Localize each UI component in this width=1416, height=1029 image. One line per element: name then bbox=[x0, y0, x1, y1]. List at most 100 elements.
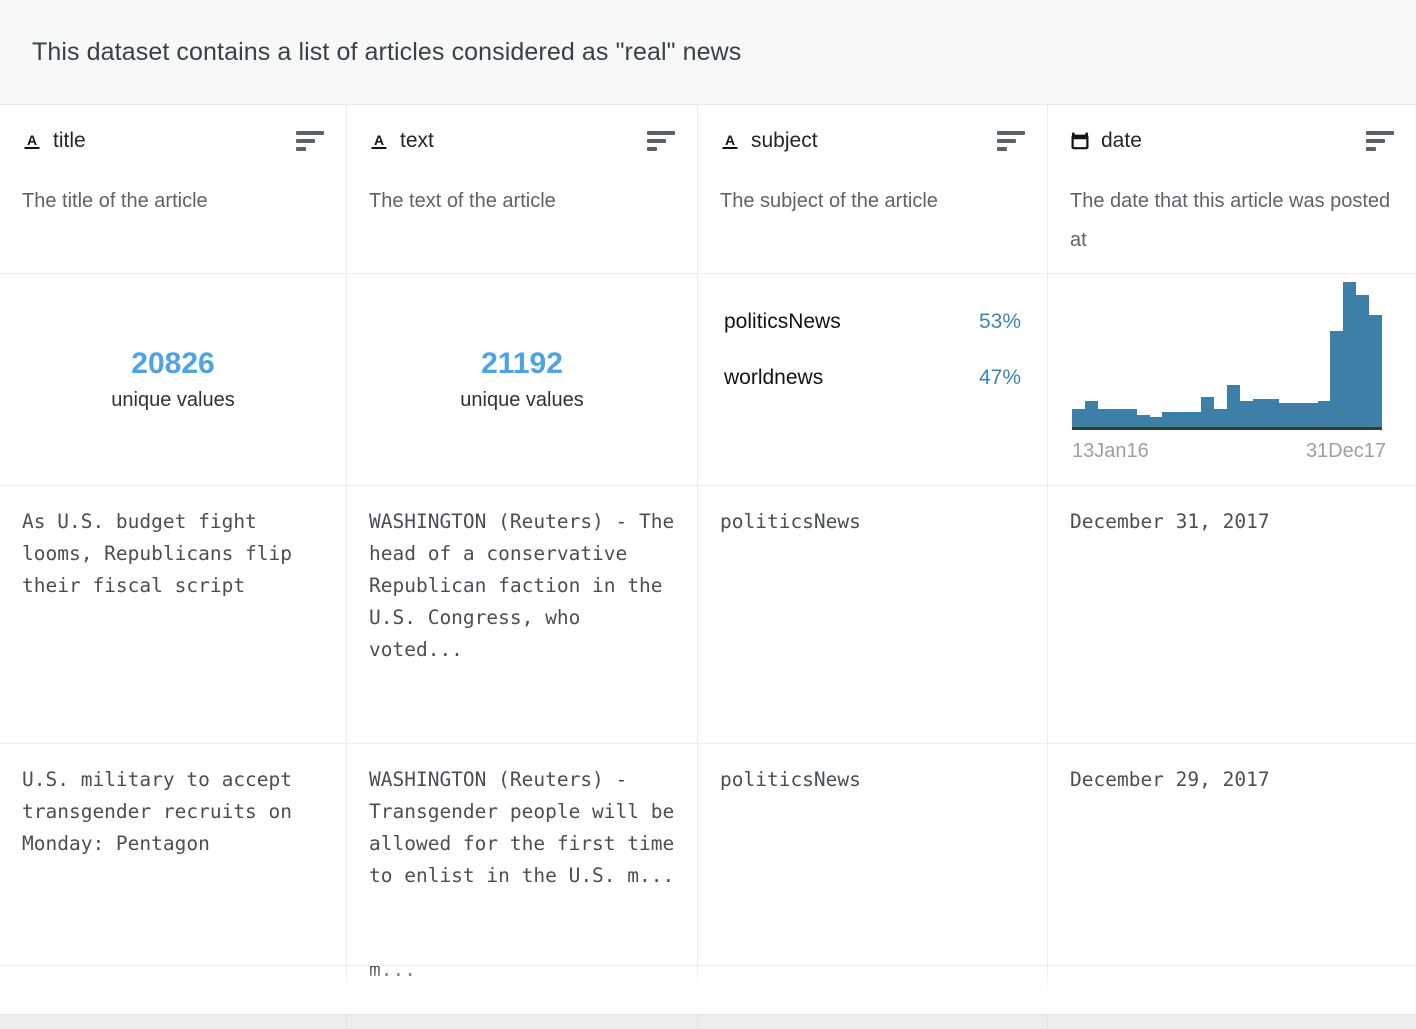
column-header-date[interactable]: date The date that this article was post… bbox=[1048, 105, 1416, 274]
category-percent: 53% bbox=[978, 310, 1021, 333]
column-header-top: A text bbox=[369, 127, 675, 155]
table-cell-title: U.S. military to accept transgender recr… bbox=[0, 744, 347, 966]
column-header-title[interactable]: A title The title of the article bbox=[0, 105, 347, 274]
cell-value: As U.S. budget fight looms, Republicans … bbox=[22, 510, 304, 597]
histogram-axis-max: 31Dec17 bbox=[1305, 440, 1386, 462]
histogram-bar bbox=[1214, 409, 1228, 427]
sort-icon[interactable] bbox=[1366, 131, 1394, 151]
text-type-icon: A bbox=[369, 131, 389, 151]
table-cell-text: WASHINGTON (Reuters) - The head of a con… bbox=[347, 486, 698, 744]
cell-value: WASHINGTON (Reuters) - The head of a con… bbox=[369, 510, 686, 661]
histogram-axis-labels: 13Jan16 31Dec17 bbox=[1072, 440, 1386, 463]
table-row[interactable]: U.S. military to accept transgender recr… bbox=[0, 744, 1416, 966]
histogram-axis-min: 13Jan16 bbox=[1072, 440, 1149, 462]
unique-values-count: 21192 bbox=[481, 347, 563, 380]
category-percent: 47% bbox=[978, 366, 1021, 389]
cell-value: U.S. military to accept transgender recr… bbox=[22, 768, 304, 855]
category-label: politicsNews bbox=[724, 310, 841, 333]
text-type-icon: A bbox=[720, 131, 740, 151]
cell-value: politicsNews bbox=[720, 768, 861, 791]
category-distribution-list: politicsNews 53% worldnews 47% bbox=[698, 274, 1047, 390]
histogram-bar bbox=[1343, 282, 1357, 427]
histogram-bar bbox=[1123, 409, 1137, 427]
histogram-bar bbox=[1175, 412, 1189, 427]
table-bottom-strip bbox=[0, 1014, 1416, 1029]
table-row[interactable]: As U.S. budget fight looms, Republicans … bbox=[0, 486, 1416, 744]
dataset-preview-table: A title The title of the article A text … bbox=[0, 105, 1416, 1029]
cell-value: politicsNews bbox=[720, 510, 861, 533]
bottom-strip-cell bbox=[347, 1015, 698, 1029]
histogram-bar bbox=[1072, 409, 1085, 427]
table-cell-title: As U.S. budget fight looms, Republicans … bbox=[0, 486, 347, 744]
svg-text:A: A bbox=[374, 132, 384, 148]
histogram-bar bbox=[1278, 403, 1292, 427]
column-name-label: date bbox=[1101, 129, 1142, 152]
unique-values-stat: 21192 unique values bbox=[347, 274, 697, 485]
unique-values-count: 20826 bbox=[131, 347, 215, 380]
histogram-bar bbox=[1304, 403, 1318, 427]
column-name-label: subject bbox=[751, 129, 818, 152]
column-header-identity: A subject bbox=[720, 129, 818, 153]
table-cell-subject bbox=[698, 966, 1048, 1014]
histogram-bar bbox=[1317, 401, 1331, 427]
stat-cell-date: 13Jan16 31Dec17 bbox=[1048, 274, 1416, 486]
cell-value: December 31, 2017 bbox=[1070, 510, 1270, 533]
table-cell-subject: politicsNews bbox=[698, 744, 1048, 966]
calendar-icon bbox=[1070, 131, 1090, 151]
column-header-top: date bbox=[1070, 127, 1394, 155]
histogram-bars bbox=[1072, 277, 1383, 430]
histogram-bar bbox=[1162, 412, 1176, 427]
bottom-strip-cell bbox=[698, 1015, 1048, 1029]
date-histogram: 13Jan16 31Dec17 bbox=[1048, 274, 1416, 485]
column-name-label: text bbox=[400, 129, 434, 152]
histogram-bar bbox=[1136, 415, 1150, 427]
histogram-bar bbox=[1291, 403, 1305, 427]
svg-text:A: A bbox=[725, 132, 735, 148]
table-header-row: A title The title of the article A text … bbox=[0, 105, 1416, 274]
column-description: The date that this article was posted at bbox=[1070, 190, 1391, 251]
column-header-identity: date bbox=[1070, 129, 1142, 153]
histogram-bar bbox=[1227, 385, 1240, 427]
category-label: worldnews bbox=[724, 366, 824, 389]
cell-value: m... bbox=[369, 966, 416, 981]
histogram-bar bbox=[1201, 397, 1215, 427]
sort-icon[interactable] bbox=[296, 131, 324, 151]
table-row-partial[interactable]: m... bbox=[0, 966, 1416, 1014]
sort-icon[interactable] bbox=[997, 131, 1025, 151]
table-cell-date: December 29, 2017 bbox=[1048, 744, 1416, 966]
column-name-label: title bbox=[53, 129, 86, 152]
table-cell-text: m... bbox=[347, 966, 698, 1014]
column-header-top: A title bbox=[22, 127, 324, 155]
stat-cell-text: 21192 unique values bbox=[347, 274, 698, 486]
column-header-top: A subject bbox=[720, 127, 1025, 155]
histogram-bar bbox=[1369, 315, 1383, 427]
histogram-bar bbox=[1097, 409, 1111, 427]
column-description: The text of the article bbox=[369, 190, 556, 212]
histogram-bar bbox=[1265, 399, 1279, 427]
text-type-icon: A bbox=[22, 131, 42, 151]
unique-values-label: unique values bbox=[460, 389, 584, 411]
column-header-identity: A text bbox=[369, 129, 434, 153]
column-header-text[interactable]: A text The text of the article bbox=[347, 105, 698, 274]
cell-value: December 29, 2017 bbox=[1070, 768, 1270, 791]
bottom-strip-cell bbox=[0, 1015, 347, 1029]
column-description: The title of the article bbox=[22, 190, 208, 212]
stat-cell-title: 20826 unique values bbox=[0, 274, 347, 486]
histogram-bar bbox=[1188, 412, 1202, 427]
category-item: worldnews 47% bbox=[724, 366, 1021, 390]
category-item: politicsNews 53% bbox=[724, 310, 1021, 334]
histogram-bar bbox=[1084, 401, 1098, 427]
sort-icon[interactable] bbox=[647, 131, 675, 151]
table-cell-date: December 31, 2017 bbox=[1048, 486, 1416, 744]
dataset-description-text: This dataset contains a list of articles… bbox=[32, 37, 742, 66]
column-header-subject[interactable]: A subject The subject of the article bbox=[698, 105, 1048, 274]
dataset-description-banner: This dataset contains a list of articles… bbox=[0, 0, 1416, 105]
histogram-bar bbox=[1149, 417, 1163, 427]
cell-value: WASHINGTON (Reuters) - Transgender peopl… bbox=[369, 768, 686, 887]
table-cell-text: WASHINGTON (Reuters) - Transgender peopl… bbox=[347, 744, 698, 966]
histogram-bar bbox=[1239, 401, 1253, 427]
histogram-bar bbox=[1110, 409, 1124, 427]
unique-values-stat: 20826 unique values bbox=[0, 274, 346, 485]
table-cell-subject: politicsNews bbox=[698, 486, 1048, 744]
table-cell-date bbox=[1048, 966, 1416, 1014]
